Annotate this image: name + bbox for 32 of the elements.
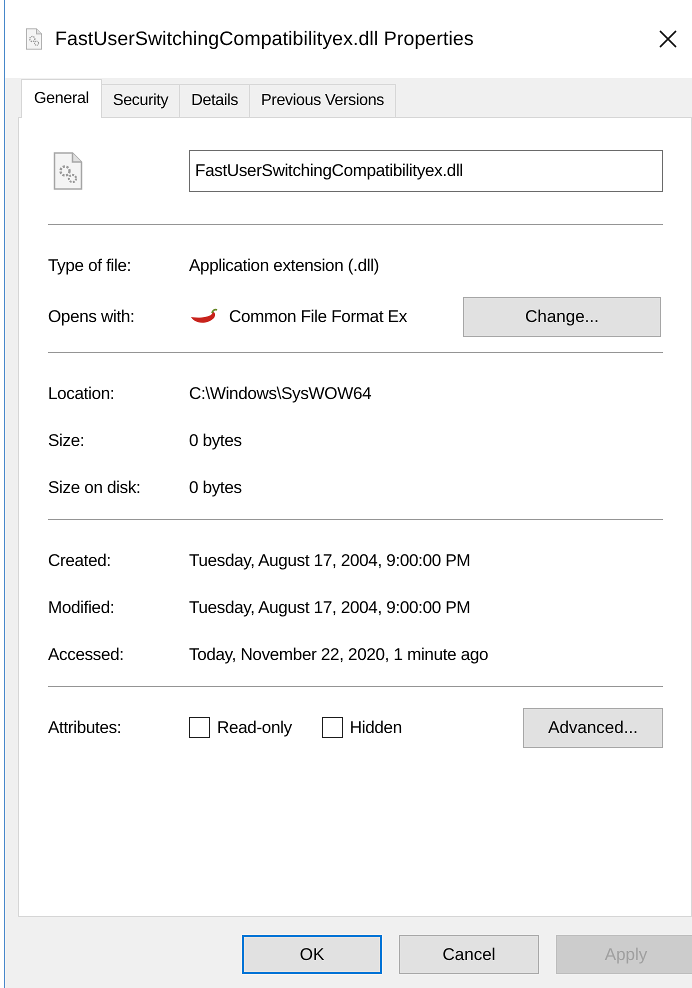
tab[interactable]: Previous Versions bbox=[249, 84, 396, 117]
checkbox-label: Read-only bbox=[217, 718, 292, 738]
property-value: Today, November 22, 2020, 1 minute ago bbox=[189, 644, 488, 664]
property-value: Tuesday, August 17, 2004, 9:00:00 PM bbox=[189, 598, 470, 618]
checkbox[interactable] bbox=[189, 717, 210, 738]
checkbox[interactable] bbox=[322, 717, 343, 738]
property-label: Accessed: bbox=[48, 644, 125, 664]
property-label: Type of file: bbox=[48, 256, 132, 276]
checkbox-label: Hidden bbox=[350, 718, 402, 738]
tab[interactable]: General bbox=[21, 79, 102, 118]
file-gear-icon bbox=[25, 28, 43, 50]
file-gear-icon bbox=[53, 151, 83, 191]
property-label: Created: bbox=[48, 550, 112, 570]
property-value: Tuesday, August 17, 2004, 9:00:00 PM bbox=[189, 550, 470, 570]
window-title: FastUserSwitchingCompatibilityex.dll Properties bbox=[55, 28, 475, 50]
property-value: Common File Format Ex bbox=[229, 306, 407, 326]
file-name-field[interactable]: FastUserSwitchingCompatibilityex.dll bbox=[189, 150, 663, 192]
property-value: C:\Windows\SysWOW64 bbox=[189, 384, 372, 404]
change-button[interactable]: Change... bbox=[463, 296, 661, 336]
property-label: Opens with: bbox=[48, 306, 136, 326]
property-label: Size: bbox=[48, 430, 86, 450]
property-value: Application extension (.dll) bbox=[189, 256, 380, 276]
dialog-button[interactable]: OK bbox=[242, 935, 382, 974]
dialog-button[interactable]: Cancel bbox=[399, 935, 539, 974]
property-value: 0 bytes bbox=[189, 478, 242, 498]
advanced-button[interactable]: Advanced... bbox=[523, 708, 663, 748]
property-label: Size on disk: bbox=[48, 478, 142, 498]
property-label: Modified: bbox=[48, 598, 116, 618]
property-label: Location: bbox=[48, 384, 116, 404]
property-label: Attributes: bbox=[48, 718, 122, 738]
property-value: 0 bytes bbox=[189, 430, 242, 450]
close-icon[interactable] bbox=[658, 29, 678, 49]
